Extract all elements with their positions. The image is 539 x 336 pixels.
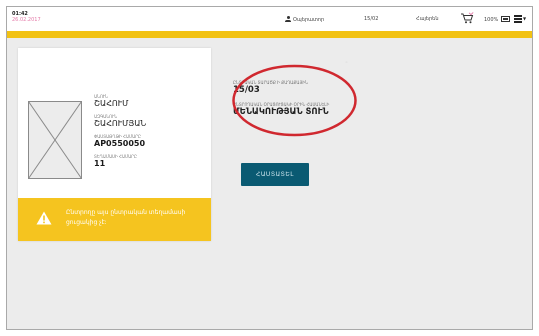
precinct-number-value: 11 — [94, 159, 106, 168]
last-name-value: ՇԱՀՈՒՄՅԱՆ — [94, 119, 147, 128]
status-bar: 01:42 26.02.2017 Օպերատոր 15/02 Հայերեն … — [7, 7, 532, 31]
battery-icon — [500, 16, 510, 22]
hamburger-menu-icon[interactable]: ▼ — [514, 15, 526, 23]
user-name: Օպերատոր — [293, 17, 325, 23]
warning-banner: Ընտրողը այս ընտրական տեղամասի ցուցակից չ… — [18, 198, 211, 241]
passport-field: ՓԱՍՏԱԹՂԹԻ ՀԱՄԱՐԸ AP0550050 — [94, 134, 145, 149]
warning-text: Ընտրողը այս ընտրական տեղամասի ցուցակից չ… — [66, 209, 186, 226]
clock: 01:42 26.02.2017 — [12, 11, 41, 23]
first-name-field: ԱՆՈՒՆ ՇԱՀՈՒՄ — [94, 94, 128, 109]
chevron-down-icon: ▼ — [523, 16, 527, 21]
warning-triangle-icon — [36, 211, 52, 225]
confirm-button[interactable]: ՀԱՍՏԱՏԵԼ — [241, 163, 309, 186]
cart-icon[interactable] — [460, 12, 474, 24]
app-window: 01:42 26.02.2017 Օպերատոր 15/02 Հայերեն … — [6, 6, 533, 330]
battery-indicator: 100% — [484, 16, 510, 23]
photo-placeholder-icon — [28, 101, 82, 179]
station-code: 15/02 — [364, 16, 379, 22]
last-name-field: ԱԶԳԱՆՈՒՆ ՇԱՀՈՒՄՅԱՆ — [94, 114, 146, 129]
passport-value: AP0550050 — [94, 139, 146, 148]
accent-bar — [7, 31, 532, 38]
voter-card: ԱՆՈՒՆ ՇԱՀՈՒՄ ԱԶԳԱՆՈՒՆ ՇԱՀՈՒՄՅԱՆ ՓԱՍՏԱԹՂԹ… — [18, 48, 211, 241]
clock-date: 26.02.2017 — [12, 17, 41, 23]
precinct-number-field: ՏԵՂԱՄԱՍԻ ՀԱՄԱՐԸ 11 — [94, 154, 137, 169]
annotation-ellipse — [232, 64, 357, 137]
battery-level: 100% — [484, 17, 499, 23]
first-name-value: ՇԱՀՈՒՄ — [94, 99, 129, 108]
language-selector[interactable]: Հայերեն — [416, 16, 438, 22]
user-indicator[interactable]: Օպերատոր — [285, 16, 324, 23]
user-icon — [285, 16, 291, 22]
